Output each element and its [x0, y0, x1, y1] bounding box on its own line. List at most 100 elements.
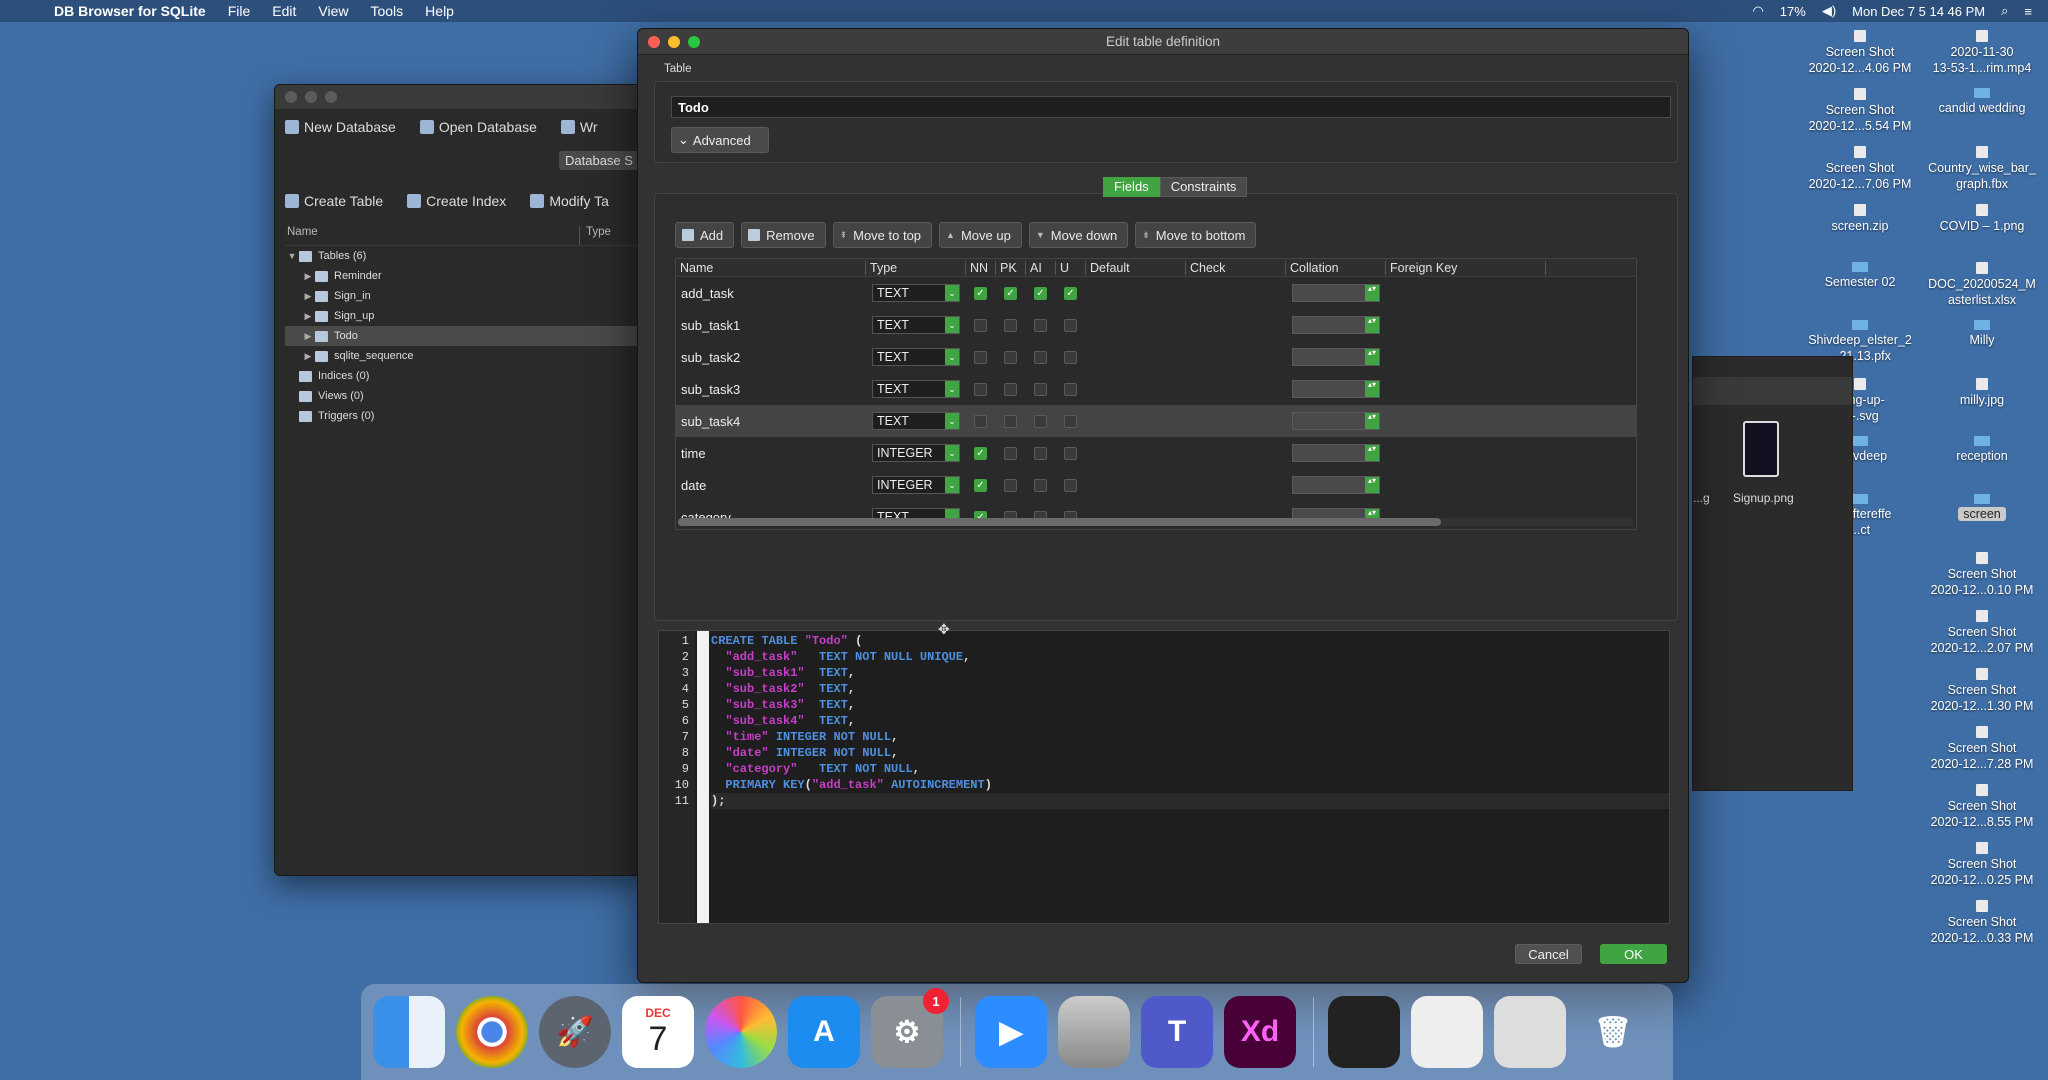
- create-index-button[interactable]: Create Index: [407, 193, 506, 209]
- col-header-foreign-key[interactable]: Foreign Key: [1386, 260, 1546, 275]
- menu-help[interactable]: Help: [425, 3, 454, 19]
- menu-app-name[interactable]: DB Browser for SQLite: [54, 3, 206, 19]
- field-pk-checkbox[interactable]: [1004, 318, 1017, 332]
- field-row[interactable]: add_task TEXT ⌄ ✓ ✓ ✓ ✓ ▴▾: [676, 277, 1636, 309]
- db-browser-dock-icon[interactable]: [1058, 996, 1130, 1068]
- field-nn-checkbox[interactable]: ✓: [974, 478, 987, 492]
- collation-select[interactable]: ▴▾: [1292, 444, 1380, 462]
- desktop-icon[interactable]: reception: [1917, 436, 2047, 464]
- field-name[interactable]: sub_task4: [676, 414, 866, 429]
- chevron-down-icon[interactable]: ⌄: [945, 285, 959, 301]
- field-u-checkbox[interactable]: [1064, 350, 1077, 364]
- sql-line[interactable]: CREATE TABLE "Todo" (: [711, 633, 1669, 649]
- desktop-icon[interactable]: screen: [1917, 494, 2047, 522]
- sql-code[interactable]: CREATE TABLE "Todo" ( "add_task" TEXT NO…: [711, 633, 1669, 809]
- create-table-button[interactable]: Create Table: [285, 193, 383, 209]
- cancel-button[interactable]: Cancel: [1515, 944, 1582, 964]
- move-down-button[interactable]: ▼ Move down: [1028, 222, 1129, 248]
- system-preferences-dock-icon[interactable]: ⚙ 1: [871, 988, 949, 1068]
- desktop-icon[interactable]: Screen Shot 2020-12...1.30 PM: [1917, 668, 2047, 714]
- finder-file-1[interactable]: ...g: [1693, 491, 1710, 505]
- disclosure-closed-icon[interactable]: ▶: [301, 311, 315, 322]
- tab-constraints[interactable]: Constraints: [1159, 177, 1248, 197]
- tree-header-name[interactable]: Name: [285, 226, 580, 245]
- field-nn-checkbox[interactable]: ✓: [974, 446, 987, 460]
- desktop-icon[interactable]: Milly: [1917, 320, 2047, 348]
- new-database-button[interactable]: New Database: [285, 119, 396, 135]
- finder-file-2[interactable]: Signup.png: [1733, 491, 1794, 505]
- sql-line[interactable]: "sub_task3" TEXT,: [711, 697, 1669, 713]
- collation-select[interactable]: ▴▾: [1292, 284, 1380, 302]
- battery-percent[interactable]: 17%: [1780, 4, 1806, 19]
- collation-select[interactable]: ▴▾: [1292, 412, 1380, 430]
- dialog-zoom-button[interactable]: [688, 35, 700, 48]
- field-pk-checkbox[interactable]: [1004, 478, 1017, 492]
- menu-view[interactable]: View: [318, 3, 348, 19]
- desktop-icon[interactable]: candid wedding: [1917, 88, 2047, 116]
- field-type-select[interactable]: TEXT ⌄: [872, 412, 960, 430]
- tree-item[interactable]: Views (0): [285, 386, 643, 406]
- field-row[interactable]: date INTEGER ⌄ ✓ ▴▾: [676, 469, 1636, 501]
- chevron-down-icon[interactable]: ⌄: [945, 413, 959, 429]
- trash-dock-icon[interactable]: 🗑: [1577, 996, 1649, 1068]
- field-ai-checkbox[interactable]: [1034, 318, 1047, 332]
- desktop-icon[interactable]: Screen Shot 2020-12...7.28 PM: [1917, 726, 2047, 772]
- field-pk-checkbox[interactable]: [1004, 414, 1017, 428]
- tree-item[interactable]: Triggers (0): [285, 406, 643, 426]
- field-type-select[interactable]: INTEGER ⌄: [872, 476, 960, 494]
- field-u-checkbox[interactable]: [1064, 318, 1077, 332]
- sql-line[interactable]: "sub_task1" TEXT,: [711, 665, 1669, 681]
- desktop-icon[interactable]: Semester 02: [1795, 262, 1925, 290]
- sql-line[interactable]: "date" INTEGER NOT NULL,: [711, 745, 1669, 761]
- field-pk-checkbox[interactable]: ✓: [1004, 286, 1017, 300]
- chevron-down-icon[interactable]: ⌄: [945, 477, 959, 493]
- field-name[interactable]: date: [676, 478, 866, 493]
- col-header-ai[interactable]: AI: [1026, 260, 1056, 275]
- chevron-down-icon[interactable]: ⌄: [945, 445, 959, 461]
- field-u-checkbox[interactable]: [1064, 446, 1077, 460]
- tree-item[interactable]: ▶ Sign_up: [285, 306, 643, 326]
- sql-line[interactable]: "category" TEXT NOT NULL,: [711, 761, 1669, 777]
- tab-fields[interactable]: Fields: [1103, 177, 1160, 197]
- spotlight-icon[interactable]: ⌕: [2001, 3, 2008, 19]
- field-nn-checkbox[interactable]: [974, 318, 987, 332]
- desktop-icon[interactable]: Screen Shot 2020-12...5.54 PM: [1795, 88, 1925, 134]
- field-nn-checkbox[interactable]: [974, 382, 987, 396]
- desktop-icon[interactable]: Screen Shot 2020-12...2.07 PM: [1917, 610, 2047, 656]
- volume-icon[interactable]: ◀): [1822, 3, 1836, 19]
- disclosure-closed-icon[interactable]: ▶: [301, 351, 315, 362]
- stepper-icon[interactable]: ▴▾: [1365, 413, 1379, 429]
- desktop-icon[interactable]: Country_wise_bar_ graph.fbx: [1917, 146, 2047, 192]
- wifi-icon[interactable]: ◠: [1752, 3, 1763, 19]
- field-name[interactable]: sub_task1: [676, 318, 866, 333]
- stepper-icon[interactable]: ▴▾: [1365, 477, 1379, 493]
- chrome-dock-icon[interactable]: [456, 996, 528, 1068]
- field-type-select[interactable]: TEXT ⌄: [872, 284, 960, 302]
- adobe-xd-dock-icon[interactable]: Xd: [1224, 996, 1296, 1068]
- field-u-checkbox[interactable]: [1064, 382, 1077, 396]
- photos-dock-icon[interactable]: [705, 996, 777, 1068]
- tree-item[interactable]: ▼ Tables (6): [285, 246, 643, 266]
- field-type-select[interactable]: TEXT ⌄: [872, 316, 960, 334]
- stepper-icon[interactable]: ▴▾: [1365, 285, 1379, 301]
- field-row[interactable]: sub_task2 TEXT ⌄ ▴▾: [676, 341, 1636, 373]
- menu-file[interactable]: File: [228, 3, 251, 19]
- collation-select[interactable]: ▴▾: [1292, 348, 1380, 366]
- move-to-bottom-button[interactable]: ⇟ Move to bottom: [1135, 222, 1257, 248]
- sql-line[interactable]: "add_task" TEXT NOT NULL UNIQUE,: [711, 649, 1669, 665]
- tree-item[interactable]: Indices (0): [285, 366, 643, 386]
- field-name[interactable]: time: [676, 446, 866, 461]
- disclosure-closed-icon[interactable]: ▶: [301, 271, 315, 282]
- col-header-type[interactable]: Type: [866, 260, 966, 275]
- col-header-nn[interactable]: NN: [966, 260, 996, 275]
- chevron-down-icon[interactable]: ⌄: [945, 349, 959, 365]
- finder-dock-icon[interactable]: [373, 996, 445, 1068]
- desktop-icon[interactable]: 2020-11-30 13-53-1...rim.mp4: [1917, 30, 2047, 76]
- disclosure-closed-icon[interactable]: ▶: [301, 331, 315, 342]
- open-database-button[interactable]: Open Database: [419, 119, 537, 135]
- teams-dock-icon[interactable]: T: [1141, 996, 1213, 1068]
- table-name-input[interactable]: [671, 96, 1671, 118]
- tree-item[interactable]: ▶ Sign_in: [285, 286, 643, 306]
- ok-button[interactable]: OK: [1600, 944, 1667, 964]
- field-u-checkbox[interactable]: ✓: [1064, 286, 1077, 300]
